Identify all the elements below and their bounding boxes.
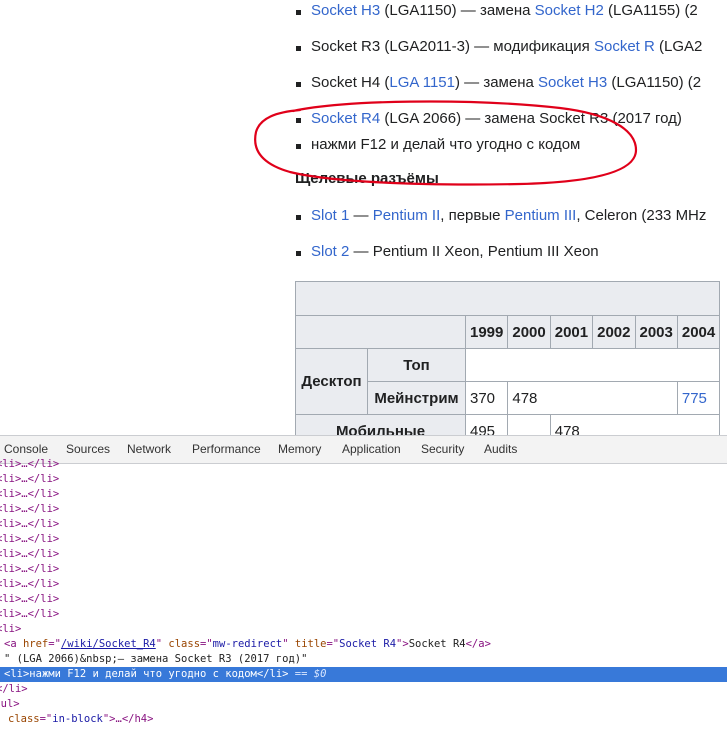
bullet-marker <box>296 144 301 149</box>
tab-security[interactable]: Security <box>421 442 464 456</box>
table-cell: 478 <box>549 414 721 435</box>
tab-console[interactable]: Console <box>4 442 48 456</box>
tab-memory[interactable]: Memory <box>278 442 321 456</box>
plain-text: Socket R3 (LGA2011-3) — модификация <box>311 38 594 55</box>
bullet-marker <box>296 215 301 220</box>
article-content: Socket H3 (LGA1150) — замена Socket H2 (… <box>0 0 727 435</box>
tab-sources[interactable]: Sources <box>66 442 110 456</box>
dom-node-li-collapsed[interactable]: <li>…</li> <box>0 502 723 517</box>
plain-text: (LGA1155) (2 <box>603 2 698 19</box>
year-header: 1999 <box>464 315 509 349</box>
dom-node-li-collapsed[interactable]: <li>…</li> <box>0 487 723 502</box>
plain-text: , Celeron (233 MHz <box>576 207 707 224</box>
plain-text: (LGA 2066) — замена Socket R3 (2017 год) <box>380 110 682 127</box>
bullet-marker <box>296 46 301 51</box>
wiki-link[interactable]: Pentium III <box>505 207 577 224</box>
plain-text: ) — замена <box>455 74 538 91</box>
year-header: 2004 <box>676 315 721 349</box>
dom-node-li-collapsed[interactable]: <li>…</li> <box>0 592 723 607</box>
bullet-marker <box>296 251 301 256</box>
table-cell <box>507 414 551 435</box>
plain-text: Socket H4 ( <box>311 74 390 91</box>
year-header: 2002 <box>592 315 636 349</box>
list-item-text: Socket H3 (LGA1150) — замена Socket H2 (… <box>311 2 698 19</box>
dom-node-li-open[interactable]: <li> <box>0 622 723 637</box>
tab-network[interactable]: Network <box>127 442 171 456</box>
row-group-mobile: Мобильные <box>295 414 466 435</box>
table-cell: 370 <box>464 381 509 415</box>
plain-text: (LGA1150) (2 <box>607 74 702 91</box>
top-row-cells <box>464 348 721 382</box>
dom-node-li-close[interactable]: </li> <box>0 682 723 697</box>
list-item-text: Socket R4 (LGA 2066) — замена Socket R3 … <box>311 110 682 127</box>
dom-node-li-collapsed[interactable]: <li>…</li> <box>0 562 723 577</box>
dom-node-selected-li[interactable]: <li>нажми F12 и делай что угодно с кодом… <box>0 667 727 682</box>
dom-node-li-collapsed[interactable]: <li>…</li> <box>0 607 723 622</box>
list-item-text: нажми F12 и делай что угодно с кодом <box>311 136 580 153</box>
table-cell-link[interactable]: 775 <box>676 381 721 415</box>
tab-audits[interactable]: Audits <box>484 442 517 456</box>
wiki-link[interactable]: LGA 1151 <box>389 74 455 91</box>
dom-node-li-collapsed[interactable]: <li>…</li> <box>0 532 723 547</box>
dom-text-node[interactable]: " (LGA 2066)&nbsp;— замена Socket R3 (20… <box>4 652 727 667</box>
sockets-timeline-table: 1999 2000 2001 2002 2003 2004 Десктоп То… <box>294 281 721 435</box>
wiki-link[interactable]: Pentium II <box>373 207 441 224</box>
dom-href-link[interactable]: /wiki/Socket_R4 <box>61 638 156 650</box>
list-item-text: Slot 2 — Pentium II Xeon, Pentium III Xe… <box>311 243 599 260</box>
plain-text: нажми F12 и делай что угодно с кодом <box>311 136 581 153</box>
dom-node-li-collapsed[interactable]: <li>…</li> <box>0 472 723 487</box>
plain-text: (LGA2 <box>654 38 703 55</box>
plain-text: — <box>349 207 373 224</box>
list-item-text: Socket R3 (LGA2011-3) — модификация Sock… <box>311 38 702 55</box>
table-cell: 495 <box>464 414 509 435</box>
plain-text: — Pentium II Xeon, Pentium III Xeon <box>349 243 599 260</box>
list-item-text: Socket H4 (LGA 1151) — замена Socket H3 … <box>311 74 701 91</box>
tab-application[interactable]: Application <box>342 442 401 456</box>
dom-node-li-collapsed[interactable]: <li>…</li> <box>0 577 723 592</box>
wiki-link[interactable]: Socket R4 <box>311 110 380 127</box>
wiki-link[interactable]: Slot 1 <box>311 207 349 224</box>
bullet-marker <box>296 10 301 15</box>
dom-node-h4[interactable]: class="in-block">…</h4> <box>8 712 727 727</box>
section-heading-slots: Щелевые разъёмы <box>295 170 439 187</box>
wiki-link[interactable]: Slot 2 <box>311 243 349 260</box>
plain-text: (LGA1150) — замена <box>380 2 535 19</box>
dom-node-li-collapsed[interactable]: <li>…</li> <box>0 457 723 472</box>
wiki-link[interactable]: Socket R <box>594 38 655 55</box>
list-item-text: Slot 1 — Pentium II, первые Pentium III,… <box>311 207 706 224</box>
wiki-link[interactable]: Socket H3 <box>311 2 380 19</box>
devtools-panel: Console Sources Network Performance Memo… <box>0 435 727 729</box>
year-header: 2003 <box>634 315 678 349</box>
table-caption-row <box>294 281 721 316</box>
bullet-marker <box>296 82 301 87</box>
dom-node-anchor[interactable]: <a href="/wiki/Socket_R4" class="mw-redi… <box>4 637 727 652</box>
year-header: 2001 <box>549 315 594 349</box>
table-corner <box>295 315 466 349</box>
tab-performance[interactable]: Performance <box>192 442 261 456</box>
row-label-top: Топ <box>367 348 466 382</box>
plain-text: , первые <box>440 207 505 224</box>
bullet-marker <box>296 118 301 123</box>
dom-node-li-collapsed[interactable]: <li>…</li> <box>0 547 723 562</box>
year-header: 2000 <box>507 315 551 349</box>
wiki-link[interactable]: Socket H2 <box>535 2 604 19</box>
row-group-desktop: Десктоп <box>295 348 368 415</box>
table-cell: 478 <box>507 381 678 415</box>
dom-node-li-collapsed[interactable]: <li>…</li> <box>0 517 723 532</box>
dom-node-ul-close[interactable]: </ul> <box>0 697 715 712</box>
wiki-link[interactable]: Socket H3 <box>538 74 607 91</box>
row-label-main: Мейнстрим <box>367 381 466 415</box>
